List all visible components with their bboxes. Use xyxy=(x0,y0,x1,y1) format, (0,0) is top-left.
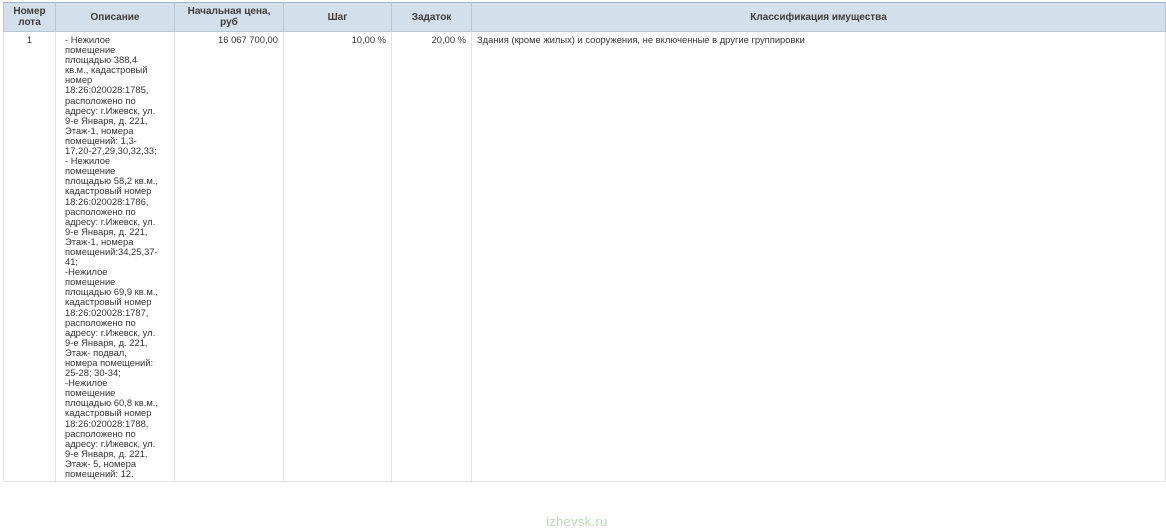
header-start-price[interactable]: Начальная цена, руб xyxy=(174,2,284,32)
site-watermark: izhevsk.ru xyxy=(546,514,608,529)
cell-step: 10,00 % xyxy=(283,31,392,483)
cell-description: - Нежилое помещение площадью 388,4 кв.м.… xyxy=(55,31,175,483)
lots-table: Номер лота Описание Начальная цена, руб … xyxy=(3,2,1166,483)
cell-classification: Здания (кроме жилых) и сооружения, не вк… xyxy=(471,31,1166,483)
table-row: 1 - Нежилое помещение площадью 388,4 кв.… xyxy=(3,31,1166,483)
header-step[interactable]: Шаг xyxy=(283,2,392,32)
header-classification[interactable]: Классификация имущества xyxy=(471,2,1166,32)
lot-description-text: - Нежилое помещение площадью 388,4 кв.м.… xyxy=(65,34,158,480)
header-deposit[interactable]: Задаток xyxy=(391,2,472,32)
table-header-row: Номер лота Описание Начальная цена, руб … xyxy=(3,2,1166,32)
cell-lot-number: 1 xyxy=(3,31,56,483)
header-description[interactable]: Описание xyxy=(55,2,175,32)
cell-deposit: 20,00 % xyxy=(391,31,472,483)
lots-table-container: Номер лота Описание Начальная цена, руб … xyxy=(3,2,1166,483)
header-lot-number[interactable]: Номер лота xyxy=(3,2,56,32)
cell-start-price: 16 067 700,00 xyxy=(174,31,284,483)
